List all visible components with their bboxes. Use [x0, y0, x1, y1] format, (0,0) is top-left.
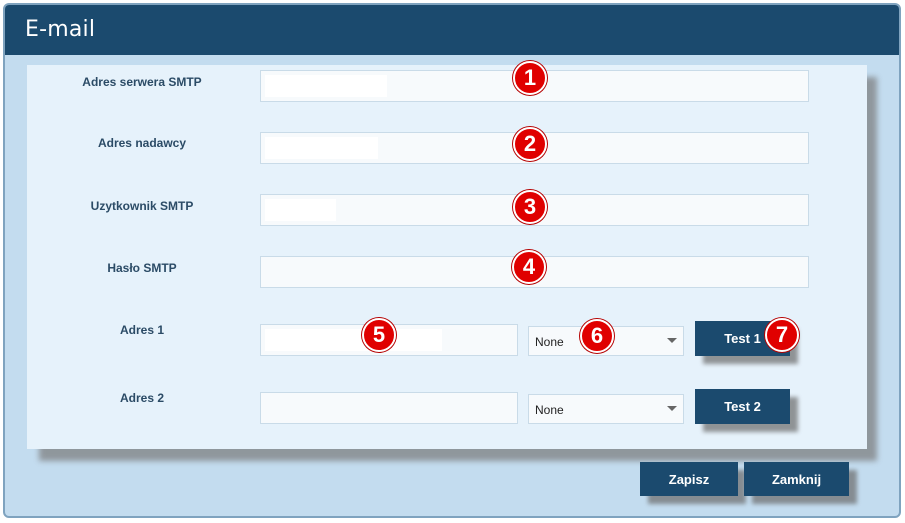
marker-5: 5	[362, 318, 396, 352]
dialog-title: E-mail	[25, 17, 96, 42]
marker-2: 2	[513, 127, 547, 161]
smtp-server-value	[265, 75, 387, 97]
address2-select[interactable]: None	[528, 394, 684, 424]
smtp-server-label: Adres serwera SMTP	[82, 75, 202, 89]
settings-panel: Adres serwera SMTP Adres nadawcy Uzytkow…	[27, 65, 867, 449]
test2-button[interactable]: Test 2	[695, 389, 790, 424]
address1-label: Adres 1	[119, 323, 165, 337]
chevron-down-icon	[667, 338, 677, 343]
marker-1: 1	[513, 61, 547, 95]
chevron-down-icon	[667, 406, 677, 411]
test2-button-wrap: Test 2	[695, 389, 798, 432]
close-button-wrap: Zamknij	[744, 462, 857, 504]
smtp-user-label: Uzytkownik SMTP	[90, 199, 194, 213]
sender-value	[265, 137, 378, 159]
close-button[interactable]: Zamknij	[744, 462, 849, 496]
address1-value	[265, 329, 442, 351]
marker-6: 6	[580, 319, 614, 353]
address1-select-value: None	[535, 335, 564, 349]
address2-select-value: None	[535, 403, 564, 417]
address2-input[interactable]	[260, 392, 518, 424]
smtp-user-value	[265, 199, 336, 221]
email-dialog: E-mail Adres serwera SMTP Adres nadawcy …	[3, 3, 901, 518]
save-button-wrap: Zapisz	[640, 462, 746, 504]
smtp-password-label: Hasło SMTP	[107, 261, 177, 275]
address2-label: Adres 2	[119, 391, 165, 405]
marker-4: 4	[512, 250, 546, 284]
marker-3: 3	[513, 190, 547, 224]
dialog-titlebar: E-mail	[5, 5, 899, 55]
sender-label: Adres nadawcy	[97, 136, 187, 150]
save-button[interactable]: Zapisz	[640, 462, 738, 496]
marker-7: 7	[765, 318, 799, 352]
